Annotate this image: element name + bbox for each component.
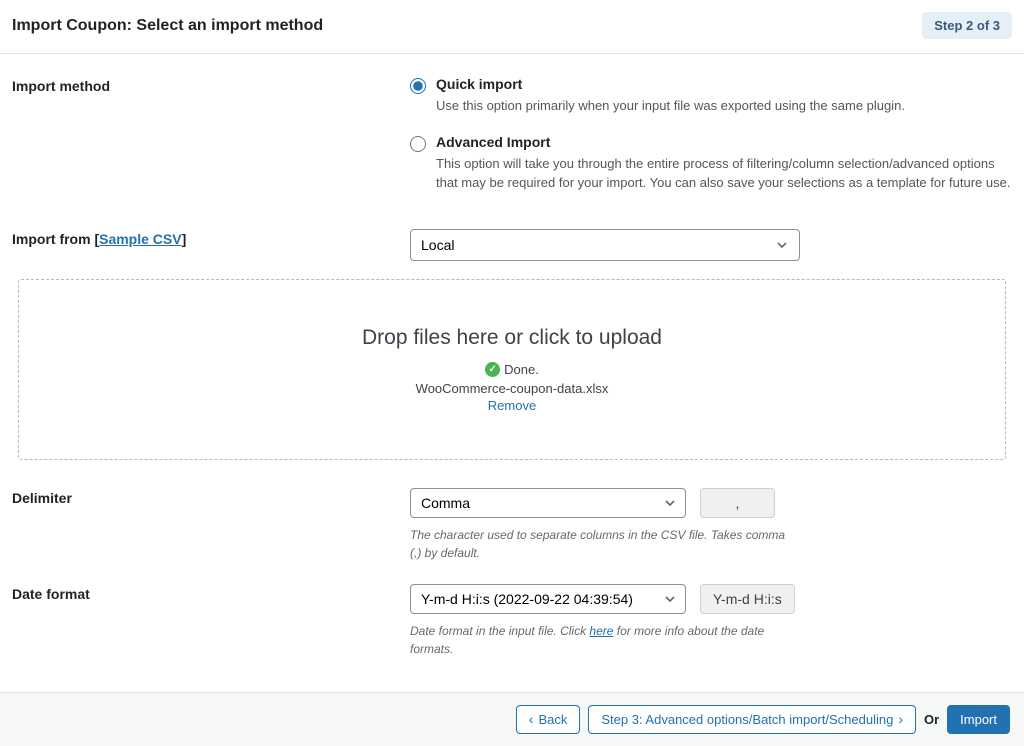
date-format-helper: Date format in the input file. Click her… [410, 622, 790, 658]
delimiter-select[interactable]: Comma [410, 488, 686, 518]
delimiter-display: , [700, 488, 775, 518]
file-dropzone[interactable]: Drop files here or click to upload ✓ Don… [18, 279, 1006, 460]
or-separator: Or [924, 712, 939, 727]
import-from-label: Import from [Sample CSV] [12, 229, 410, 261]
import-from-select[interactable]: Local [410, 229, 800, 261]
date-format-display: Y-m-d H:i:s [700, 584, 795, 614]
dropzone-title: Drop files here or click to upload [39, 326, 985, 350]
date-format-help-link[interactable]: here [589, 624, 613, 638]
quick-import-radio[interactable] [410, 78, 426, 94]
advanced-import-title: Advanced Import [436, 134, 1012, 150]
advanced-import-desc: This option will take you through the en… [436, 154, 1012, 193]
uploaded-filename: WooCommerce-coupon-data.xlsx [39, 381, 985, 396]
date-format-select[interactable]: Y-m-d H:i:s (2022-09-22 04:39:54) [410, 584, 686, 614]
upload-status: Done. [504, 362, 539, 377]
next-step-button[interactable]: Step 3: Advanced options/Batch import/Sc… [588, 705, 916, 734]
checkmark-icon: ✓ [485, 362, 500, 377]
date-format-label: Date format [12, 584, 410, 658]
delimiter-label: Delimiter [12, 488, 410, 562]
remove-file-link[interactable]: Remove [39, 398, 985, 413]
chevron-left-icon: ‹ [529, 712, 534, 726]
import-button[interactable]: Import [947, 705, 1010, 734]
advanced-import-radio[interactable] [410, 136, 426, 152]
quick-import-title: Quick import [436, 76, 905, 92]
chevron-right-icon: › [898, 712, 903, 726]
sample-csv-link[interactable]: Sample CSV [99, 231, 181, 247]
page-title: Import Coupon: Select an import method [12, 17, 323, 35]
delimiter-helper: The character used to separate columns i… [410, 526, 790, 562]
quick-import-desc: Use this option primarily when your inpu… [436, 96, 905, 116]
back-button[interactable]: ‹ Back [516, 705, 581, 734]
import-method-label: Import method [12, 76, 410, 211]
step-indicator: Step 2 of 3 [922, 12, 1012, 39]
